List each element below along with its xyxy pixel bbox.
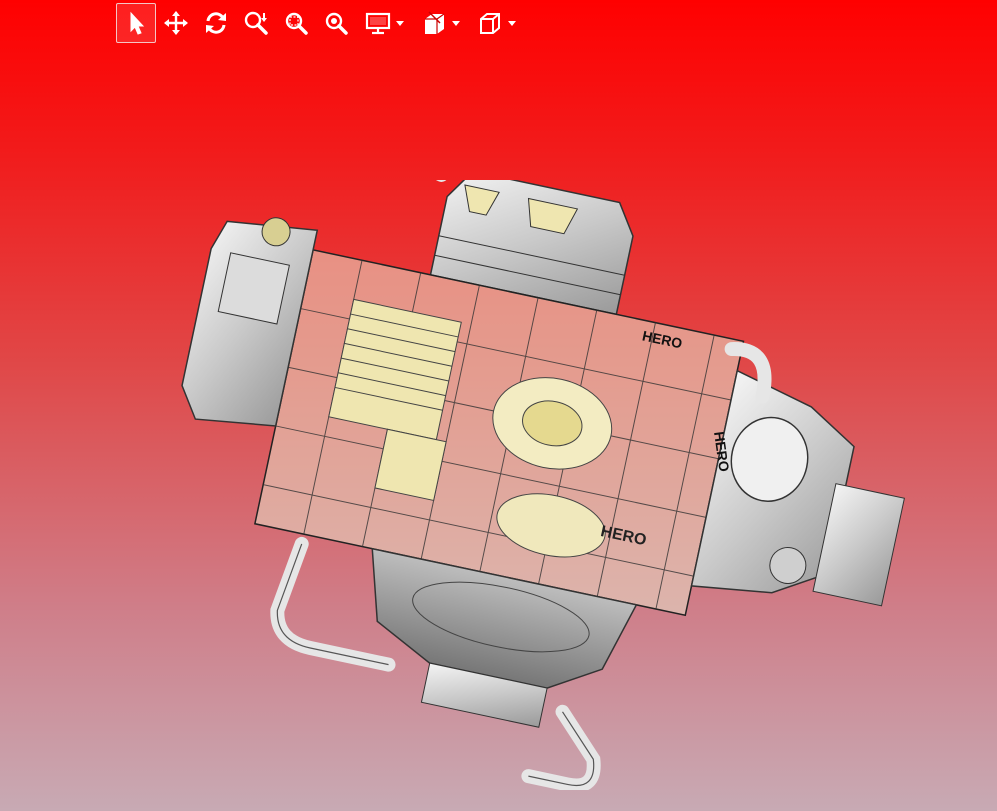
engine-assembly: HERO HERO HERO [181, 158, 905, 793]
zoom-window-tool-button[interactable] [276, 3, 316, 43]
engine-3d-model[interactable]: HERO HERO HERO [140, 158, 920, 793]
3d-viewport[interactable]: HERO HERO HERO [0, 0, 997, 811]
zoom-window-icon [285, 12, 308, 35]
move-arrows-icon [164, 11, 188, 35]
cursor-arrow-icon [130, 11, 145, 35]
chevron-down-icon [452, 21, 460, 26]
monitor-icon [365, 12, 391, 35]
display-mode-dropdown[interactable] [356, 3, 412, 43]
pan-tool-button[interactable] [156, 3, 196, 43]
zoom-dynamic-tool-button[interactable] [236, 3, 276, 43]
select-tool-button[interactable] [116, 3, 156, 43]
cube-icon [480, 13, 500, 34]
section-view-dropdown[interactable] [412, 3, 468, 43]
zoom-fit-tool-button[interactable] [316, 3, 356, 43]
crankcase [254, 248, 745, 617]
section-view-icon [425, 11, 445, 34]
chevron-down-icon [396, 21, 404, 26]
zoom-dynamic-icon [244, 11, 268, 35]
view-toolbar [116, 3, 524, 43]
view-orientation-dropdown[interactable] [468, 3, 524, 43]
zoom-fit-icon [325, 12, 348, 35]
rotate-icon [206, 12, 226, 34]
chevron-down-icon [508, 21, 516, 26]
rotate-tool-button[interactable] [196, 3, 236, 43]
